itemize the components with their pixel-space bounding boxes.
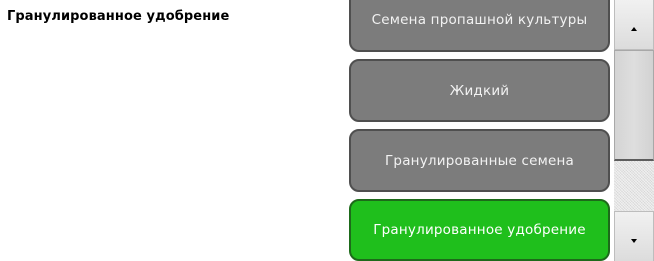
scrollbar[interactable] [614,0,654,261]
scroll-up-button[interactable] [614,0,654,50]
option-liquid[interactable]: Жидкий [349,59,610,122]
option-granular-seed[interactable]: Гранулированные семена [349,129,610,192]
options-list[interactable]: Семена пропашной культуры Жидкий Гранули… [349,0,611,261]
product-type-picker: Гранулированное удобрение Семена пропашн… [0,0,654,261]
option-row-crop-seed[interactable]: Семена пропашной культуры [349,0,610,52]
triangle-up-icon [631,26,637,31]
triangle-down-icon [631,238,637,243]
option-granular-fertilizer[interactable]: Гранулированное удобрение [349,199,610,261]
scroll-track[interactable] [614,161,654,211]
scroll-thumb[interactable] [614,50,654,161]
selected-product-label: Гранулированное удобрение [7,9,230,24]
scroll-down-button[interactable] [614,211,654,261]
